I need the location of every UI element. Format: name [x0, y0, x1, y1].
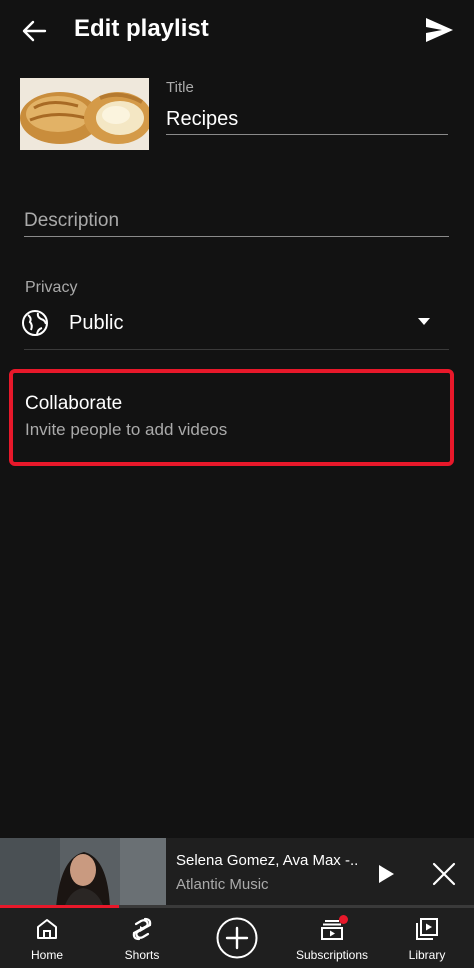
privacy-dropdown[interactable]: Public	[20, 306, 450, 346]
collaborate-option[interactable]: Collaborate Invite people to add videos	[9, 369, 454, 466]
send-button[interactable]	[422, 14, 456, 46]
mini-player[interactable]: Selena Gomez, Ava Max -.. Atlantic Music	[0, 838, 474, 908]
back-button[interactable]	[18, 16, 52, 46]
play-button[interactable]	[374, 862, 398, 886]
nav-label-subscriptions: Subscriptions	[295, 948, 369, 962]
nav-item-subscriptions[interactable]: Subscriptions	[284, 908, 380, 968]
collaborate-subtitle: Invite people to add videos	[25, 420, 228, 439]
home-icon	[37, 919, 57, 939]
title-input[interactable]	[166, 104, 448, 135]
close-icon	[432, 862, 456, 886]
library-icon	[416, 918, 438, 940]
privacy-value: Public	[69, 312, 124, 334]
play-icon	[379, 865, 394, 883]
playlist-thumbnail[interactable]	[20, 78, 149, 150]
nav-label-home: Home	[30, 948, 63, 962]
arrow-left-icon	[22, 20, 47, 42]
pastry-image	[20, 78, 149, 150]
nav-item-home[interactable]: Home	[8, 908, 86, 968]
shorts-icon	[132, 917, 152, 941]
chevron-down-icon	[418, 318, 430, 325]
nav-label-shorts: Shorts	[124, 948, 160, 962]
collaborate-title: Collaborate	[25, 393, 123, 414]
bottom-nav: Home Shorts Subscriptions Library	[0, 908, 474, 968]
mini-player-title: Selena Gomez, Ava Max -..	[176, 852, 359, 869]
close-mini-player-button[interactable]	[432, 862, 456, 886]
nav-item-library[interactable]: Library	[392, 908, 462, 968]
mini-player-thumbnail[interactable]	[0, 838, 166, 908]
nav-label-library: Library	[408, 948, 446, 962]
description-input[interactable]	[24, 206, 449, 237]
notification-dot	[339, 915, 348, 924]
mini-player-channel: Atlantic Music	[176, 876, 269, 893]
globe-icon	[22, 310, 48, 336]
video-thumbnail-image	[0, 838, 166, 908]
page-title: Edit playlist	[74, 15, 209, 42]
divider	[24, 349, 449, 350]
privacy-label: Privacy	[25, 279, 78, 296]
title-label: Title	[166, 79, 194, 96]
send-icon	[426, 18, 453, 42]
create-plus-icon	[216, 917, 258, 959]
nav-item-create[interactable]	[208, 908, 266, 968]
nav-item-shorts[interactable]: Shorts	[102, 908, 182, 968]
